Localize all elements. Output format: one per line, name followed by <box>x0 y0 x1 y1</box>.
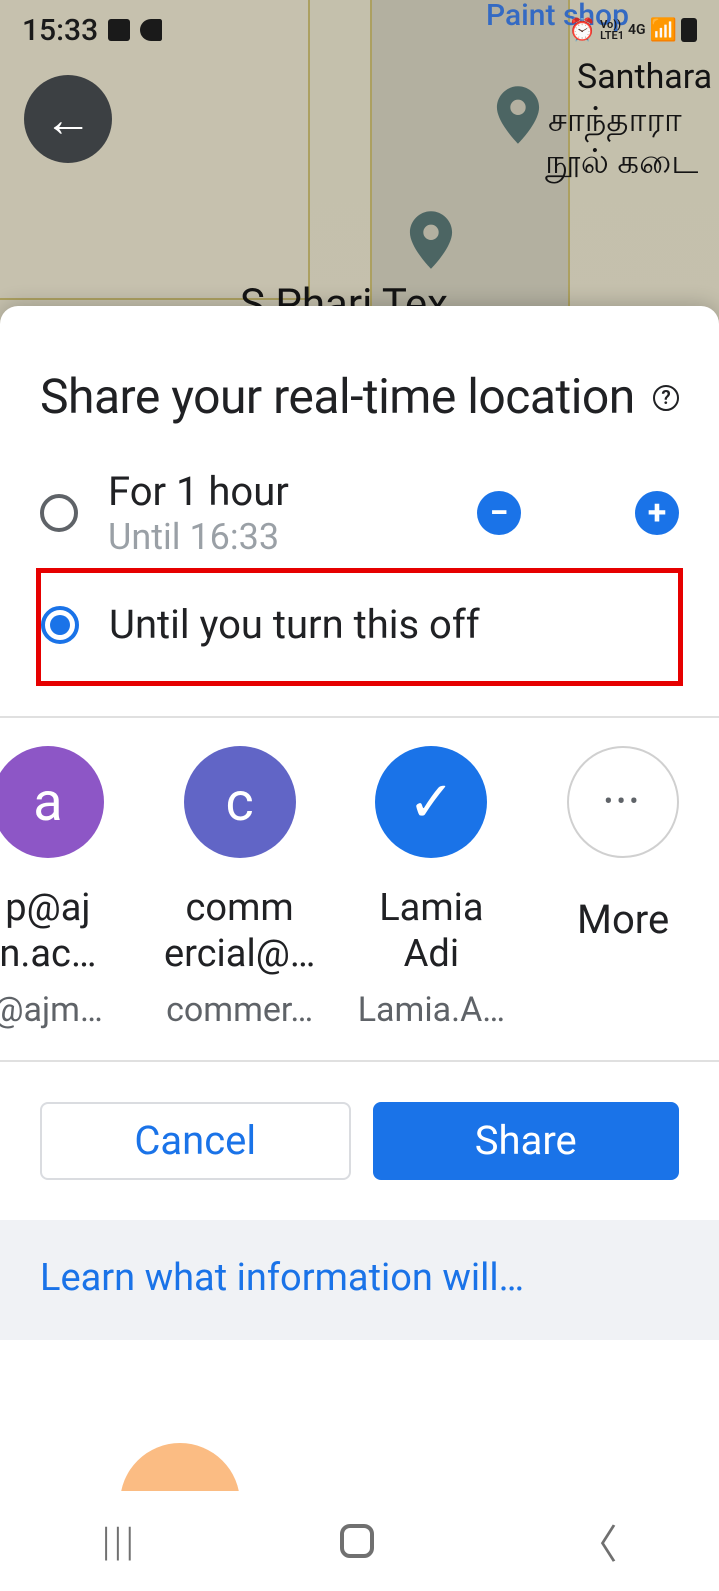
contact-name: Lamia <box>379 886 483 932</box>
option-label: For 1 hour <box>108 468 447 516</box>
increase-duration-button[interactable]: + <box>635 491 679 535</box>
contact-email: Lamia.A… <box>358 990 505 1030</box>
checkmark-icon: ✓ <box>375 746 487 858</box>
avatar: c <box>184 746 296 858</box>
highlight-annotation: Until you turn this off <box>36 568 683 686</box>
contact-name: Adi <box>404 932 459 978</box>
option-label: Until you turn this off <box>109 601 678 649</box>
radio-selected-icon <box>41 606 79 644</box>
share-location-sheet: Share your real-time location ? For 1 ho… <box>0 306 719 1591</box>
option-subtext: Until 16:33 <box>108 516 447 558</box>
contact-item[interactable]: a p@aj n.ac… @ajm… <box>0 746 144 1029</box>
more-label: More <box>577 896 669 943</box>
learn-more-link[interactable]: Learn what information will… <box>0 1220 719 1340</box>
decrease-duration-button[interactable]: − <box>477 491 521 535</box>
contacts-row: a p@aj n.ac… @ajm… c comm ercial@… comme… <box>0 718 719 1061</box>
duration-option-indefinite[interactable]: Until you turn this off <box>41 591 678 659</box>
contact-email: @ajm… <box>0 990 103 1030</box>
more-icon: ••• <box>567 746 679 858</box>
contact-email: commer… <box>166 990 313 1030</box>
network-indicator: 4G <box>628 22 646 38</box>
arrow-left-icon: ← <box>44 91 92 148</box>
duration-option-1hour[interactable]: For 1 hour Until 16:33 − + <box>40 458 679 568</box>
help-icon: ? <box>653 385 679 411</box>
signal-icon: 📶 <box>650 18 677 43</box>
system-nav-bar: ||| 〈 <box>0 1491 719 1591</box>
help-button[interactable]: ? <box>653 378 679 411</box>
cancel-button[interactable]: Cancel <box>40 1102 351 1180</box>
status-bar: 15:33 ⏰ Vo)) LTE1 4G 📶 <box>0 0 719 60</box>
contact-name: n.ac… <box>0 932 96 978</box>
nav-back-button[interactable]: 〈 <box>577 1512 617 1570</box>
image-icon <box>108 19 130 41</box>
share-button[interactable]: Share <box>373 1102 680 1180</box>
alarm-icon: ⏰ <box>569 18 596 43</box>
nav-home-button[interactable] <box>340 1524 374 1558</box>
back-button[interactable]: ← <box>24 75 112 163</box>
battery-icon <box>681 18 697 42</box>
contact-name: ercial@… <box>164 932 315 978</box>
contact-name: comm <box>186 886 294 932</box>
more-contacts-button[interactable]: ••• More <box>527 746 719 1029</box>
video-icon <box>140 19 162 41</box>
avatar: a <box>0 746 104 858</box>
nav-recents-button[interactable]: ||| <box>102 1518 138 1565</box>
status-time: 15:33 <box>22 13 98 48</box>
sheet-title: Share your real-time location <box>40 366 653 428</box>
carrier-indicator: LTE1 <box>600 30 624 41</box>
contact-item-selected[interactable]: ✓ Lamia Adi Lamia.A… <box>336 746 528 1029</box>
contact-item[interactable]: c comm ercial@… commer… <box>144 746 336 1029</box>
radio-unselected-icon <box>40 494 78 532</box>
contact-name: p@aj <box>5 886 90 932</box>
